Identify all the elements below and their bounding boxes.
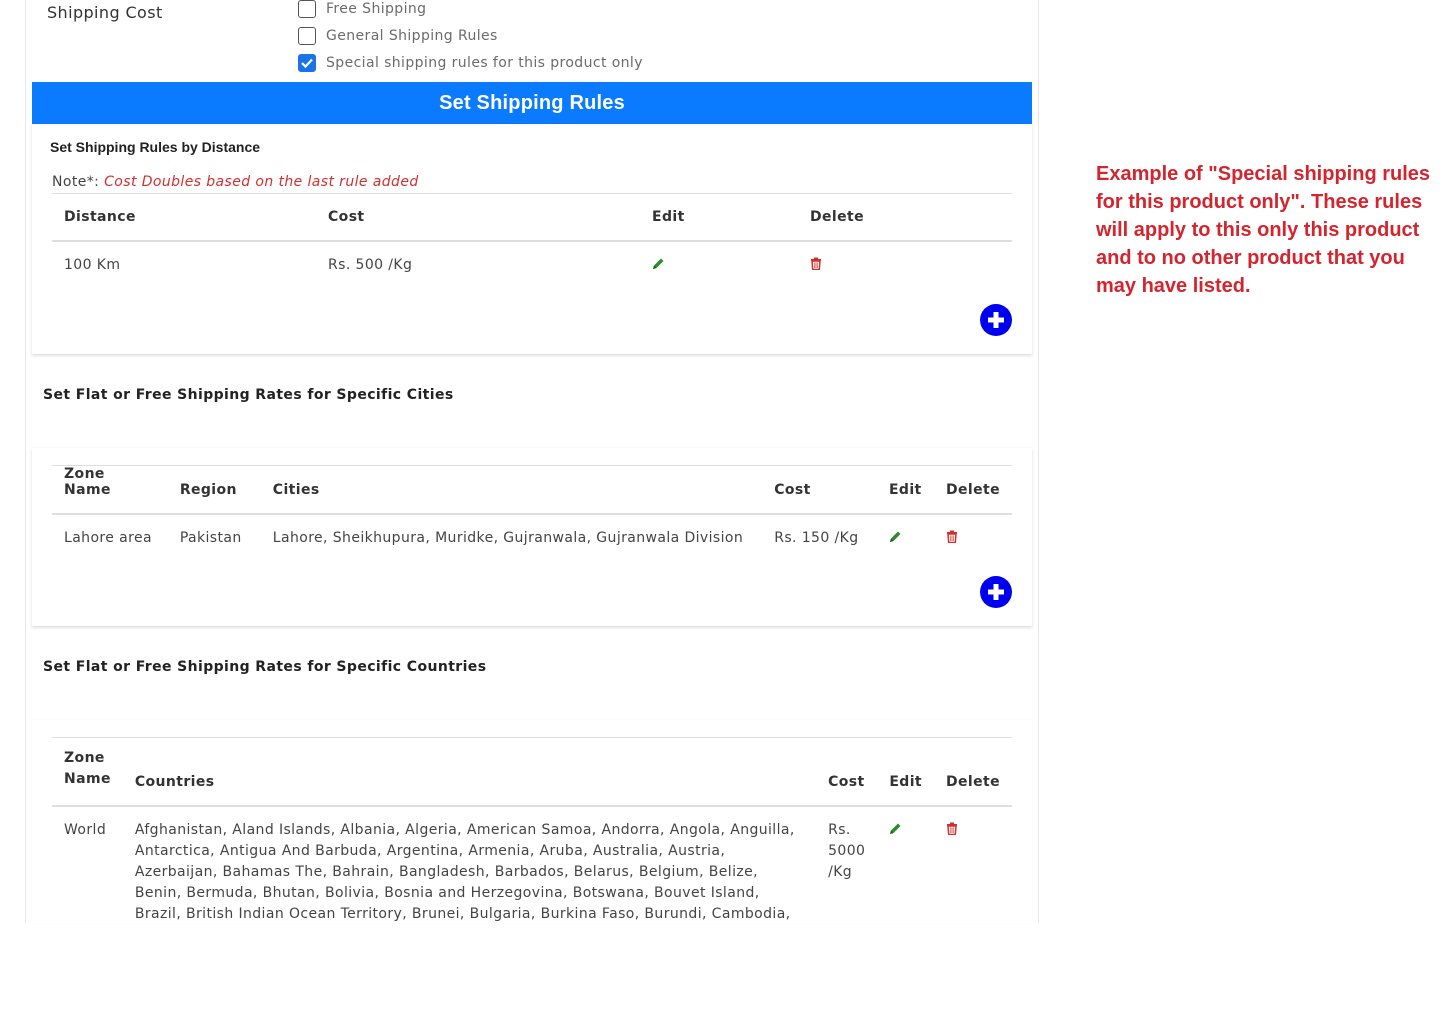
header-cost: Cost — [816, 737, 878, 807]
header-zone-line2: Name — [64, 770, 111, 787]
table-header-row: Zone Name Countries Cost Edit Delete — [52, 737, 1012, 807]
header-delete: Delete — [934, 465, 1012, 515]
edit-cell — [877, 806, 934, 924]
add-distance-rule-button[interactable] — [980, 304, 1012, 336]
cell-cost: Rs. 150 /Kg — [774, 530, 859, 546]
checkmark-icon — [301, 58, 313, 69]
option-general-shipping-rules[interactable]: General Shipping Rules — [298, 27, 498, 45]
callout-annotation: Example of "Special shipping rules for t… — [1096, 163, 1431, 297]
table-row: World Afghanistan, Aland Islands, Albani… — [52, 806, 1012, 924]
add-city-rule-button[interactable] — [980, 576, 1012, 608]
header-region: Region — [167, 465, 261, 515]
header-zone-name: Zone Name — [52, 465, 168, 515]
pencil-icon[interactable] — [652, 257, 665, 270]
trash-icon[interactable] — [810, 257, 822, 270]
banner-title: Set Shipping Rules — [439, 91, 625, 114]
note-text: Cost Doubles based on the last rule adde… — [104, 174, 419, 190]
countries-section-title: Set Flat or Free Shipping Rates for Spec… — [43, 659, 487, 675]
table-row: 100 Km Rs. 500 /Kg — [52, 241, 1012, 287]
special-shipping-checkbox[interactable] — [298, 54, 316, 72]
header-cities: Cities — [260, 465, 763, 515]
countries-table-clip: Zone Name Countries Cost Edit Delete Worl… — [32, 737, 1032, 923]
table-header-row: Zone Name Region Cities Cost Edit Delete — [52, 465, 1012, 515]
free-shipping-label: Free Shipping — [326, 1, 427, 17]
special-shipping-label: Special shipping rules for this product … — [326, 55, 643, 71]
distance-section-title: Set Shipping Rules by Distance — [50, 139, 261, 155]
set-shipping-rules-banner: Set Shipping Rules — [32, 82, 1032, 124]
header-countries: Countries — [122, 737, 817, 807]
cell-cost: Rs. 500 /Kg — [328, 256, 413, 273]
header-edit: Edit — [877, 737, 934, 807]
pencil-icon[interactable] — [889, 822, 902, 835]
header-cost: Cost — [762, 465, 877, 515]
delete-cell — [934, 514, 1012, 560]
shipping-cost-label: Shipping Cost — [47, 3, 163, 22]
cell-countries: Afghanistan, Aland Islands, Albania, Alg… — [134, 821, 795, 922]
general-shipping-checkbox[interactable] — [298, 27, 316, 45]
pencil-icon[interactable] — [889, 530, 902, 543]
delete-cell — [934, 806, 1012, 924]
option-special-shipping-rules[interactable]: Special shipping rules for this product … — [298, 54, 643, 72]
header-cost: Cost — [316, 193, 640, 242]
cities-rules-table: Zone Name Region Cities Cost Edit Delete… — [52, 465, 1012, 560]
free-shipping-checkbox[interactable] — [298, 0, 316, 18]
plus-icon — [988, 312, 1004, 328]
cell-distance: 100 Km — [64, 256, 121, 273]
header-zone-line1: Zone — [64, 749, 105, 766]
option-free-shipping[interactable]: Free Shipping — [298, 0, 426, 18]
distance-rules-table: Distance Cost Edit Delete 100 Km Rs. 500… — [52, 193, 1012, 287]
cell-region: Pakistan — [179, 530, 242, 546]
header-edit: Edit — [640, 193, 798, 242]
header-edit: Edit — [876, 465, 934, 515]
countries-rules-table: Zone Name Countries Cost Edit Delete Worl… — [52, 737, 1012, 923]
trash-icon[interactable] — [946, 530, 958, 543]
edit-cell — [877, 514, 934, 560]
cell-cost: Rs. 5000 /Kg — [828, 821, 866, 880]
general-shipping-label: General Shipping Rules — [326, 28, 498, 44]
cell-cities: Lahore, Sheikhupura, Muridke, Gujranwala… — [272, 530, 744, 546]
distance-note: Note*: Cost Doubles based on the last ru… — [52, 174, 419, 190]
plus-icon — [988, 584, 1004, 600]
cell-zone-name: Lahore area — [64, 530, 152, 546]
note-prefix: Note*: — [52, 174, 100, 190]
header-distance: Distance — [52, 193, 316, 242]
cell-zone-name: World — [64, 821, 107, 838]
trash-icon[interactable] — [946, 822, 958, 835]
table-header-row: Distance Cost Edit Delete — [52, 193, 1012, 242]
header-delete: Delete — [934, 737, 1012, 807]
edit-cell — [640, 241, 798, 287]
header-zone-name: Zone Name — [52, 737, 123, 807]
cities-section-title: Set Flat or Free Shipping Rates for Spec… — [43, 387, 454, 403]
delete-cell — [798, 241, 1012, 287]
header-delete: Delete — [798, 193, 1012, 242]
table-row: Lahore area Pakistan Lahore, Sheikhupura… — [52, 514, 1012, 560]
